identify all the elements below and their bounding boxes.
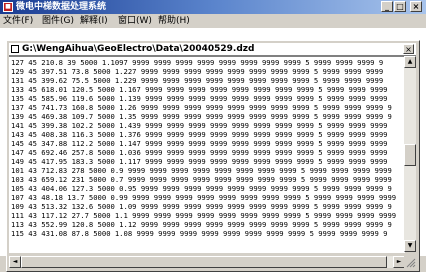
document-title-bar: G:\WengAihua\GeoElectro\Data\20040529.dz… (9, 43, 416, 56)
document-icon (11, 45, 19, 53)
close-button[interactable]: × (410, 1, 422, 12)
menu-file[interactable]: 文件(F) (3, 14, 33, 28)
vertical-scroll-thumb[interactable] (404, 144, 416, 166)
horizontal-scroll-thumb[interactable] (21, 256, 387, 268)
menu-interpret[interactable]: 解释(I) (80, 14, 108, 28)
vertical-scrollbar[interactable]: ▲ ▼ (404, 56, 416, 252)
data-line: 107 43 48.18 13.7 5000 0.99 9999 9999 99… (11, 193, 397, 202)
data-line: 141 45 399.38 102.2 5000 1.439 9999 9999… (11, 121, 388, 130)
data-line: 149 45 417.95 183.3 5000 1.117 9999 9999… (11, 157, 388, 166)
data-line: 127 45 210.8 39 5000 1.1097 9999 9999 99… (11, 58, 384, 67)
data-line: 139 45 469.38 109.7 5000 1.35 9999 9999 … (11, 112, 392, 121)
data-line: 137 45 741.73 160.8 5000 1.26 9999 9999 … (11, 103, 392, 112)
data-line: 101 43 712.83 278 5000 0.9 9999 9999 999… (11, 166, 392, 175)
document-window: G:\WengAihua\GeoElectro\Data\20040529.dz… (6, 40, 420, 272)
data-line: 145 45 347.88 112.2 5000 1.147 9999 9999… (11, 139, 388, 148)
data-line: 111 43 117.12 27.7 5000 1.1 9999 9999 99… (11, 211, 397, 220)
title-bar: ■ 微电中梯数据处理系统 _ □ × (0, 0, 426, 14)
data-line: 147 45 692.46 257.8 5000 1.036 9999 9999… (11, 148, 388, 157)
data-line: 131 45 399.62 75.5 5000 1.229 9999 9999 … (11, 76, 384, 85)
data-line: 115 43 431.08 87.8 5000 1.08 9999 9999 9… (11, 229, 388, 238)
menu-help[interactable]: 帮助(H) (158, 14, 190, 28)
mdi-client-area: G:\WengAihua\GeoElectro\Data\20040529.dz… (0, 28, 426, 272)
scroll-left-icon[interactable]: ◄ (9, 256, 21, 268)
menu-window[interactable]: 窗口(W) (118, 14, 152, 28)
app-icon[interactable]: ■ (3, 2, 13, 12)
menu-graphics[interactable]: 图件(G) (42, 14, 74, 28)
data-line: 143 45 408.38 116.3 5000 1.376 9999 9999… (11, 130, 388, 139)
data-line: 133 45 618.01 120.5 5000 1.167 9999 9999… (11, 85, 388, 94)
data-line: 113 43 552.99 120.8 5000 1.12 9999 9999 … (11, 220, 392, 229)
menu-bar: 文件(F) 图件(G) 解释(I) 窗口(W) 帮助(H) (0, 14, 426, 28)
data-line: 129 45 397.51 73.8 5000 1.227 9999 9999 … (11, 67, 384, 76)
app-title: 微电中梯数据处理系统 (16, 2, 107, 12)
document-path: G:\WengAihua\GeoElectro\Data\20040529.dz… (22, 44, 255, 54)
document-close-button[interactable]: × (403, 44, 414, 54)
data-line: 135 45 585.96 119.6 5000 1.139 9999 9999… (11, 94, 388, 103)
scroll-up-icon[interactable]: ▲ (404, 56, 416, 68)
horizontal-scrollbar[interactable]: ◄ ► (9, 256, 405, 268)
maximize-button[interactable]: □ (394, 1, 406, 12)
data-line: 109 43 513.32 132.6 5000 1.09 9999 9999 … (11, 202, 392, 211)
data-line: 103 43 659.12 231 5000 0.7 9999 9999 999… (11, 175, 392, 184)
data-line: 105 43 404.06 127.3 5000 0.95 9999 9999 … (11, 184, 392, 193)
data-text-area[interactable]: 127 45 210.8 39 5000 1.1097 9999 9999 99… (9, 56, 405, 253)
resize-grip-icon[interactable] (404, 256, 416, 268)
minimize-button[interactable]: _ (381, 1, 393, 12)
scroll-down-icon[interactable]: ▼ (404, 240, 416, 252)
